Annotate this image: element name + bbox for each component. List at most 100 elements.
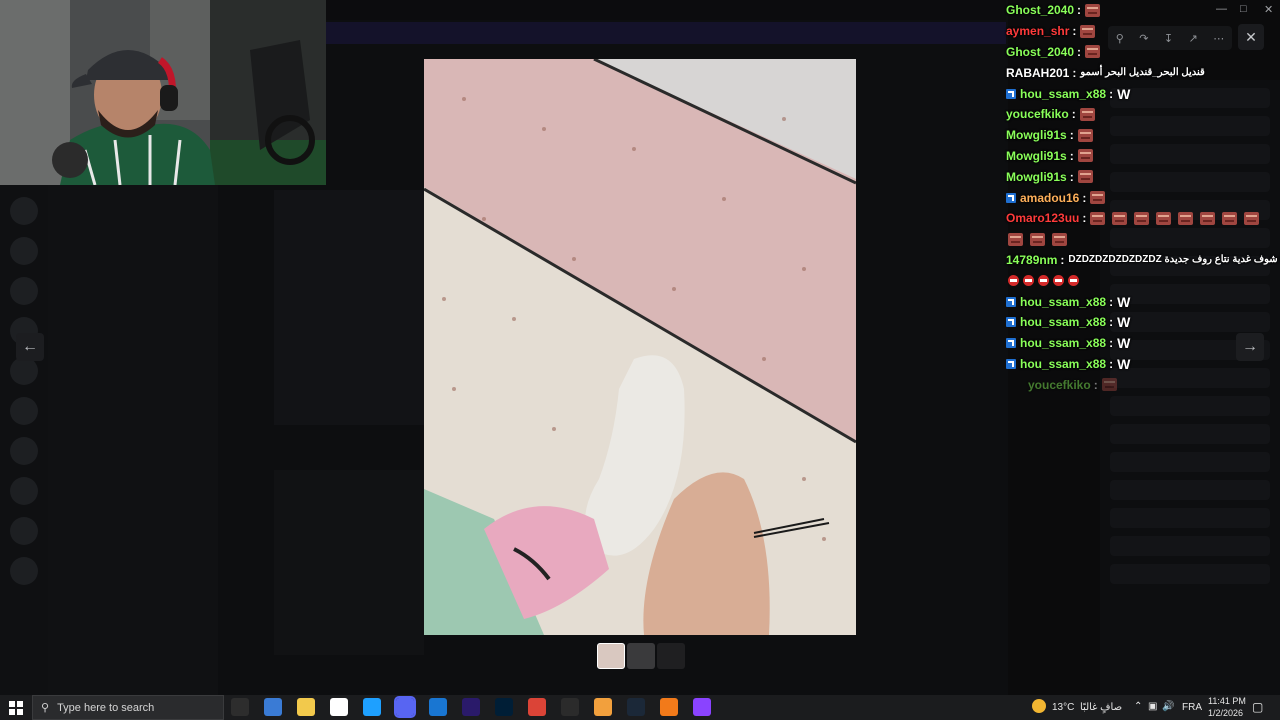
chat-message: Ghost_2040: — [1006, 0, 1280, 21]
chat-username[interactable]: hou_ssam_x88 — [1020, 295, 1106, 309]
chat-username[interactable]: Mowgli91s — [1006, 149, 1067, 163]
background-banner — [326, 22, 1006, 44]
stop-emote-icon — [1038, 275, 1049, 287]
screen: ← → ⚲ ↷ ↧ ↗ ⋯ ✕ — □ ✕ Ghost_2040: aymen_s… — [0, 0, 1280, 720]
brick-emote-icon — [1112, 211, 1128, 225]
subscriber-badge-icon — [1006, 296, 1016, 307]
chat-message: aymen_shr: — [1006, 21, 1280, 42]
chevron-up-icon[interactable]: ⌃ — [1134, 701, 1142, 712]
brick-emote-icon — [1244, 211, 1260, 225]
brick-emote-icon — [1200, 211, 1216, 225]
chat-message-continuation — [1006, 270, 1280, 291]
chat-username[interactable]: Ghost_2040 — [1006, 3, 1074, 17]
w-emote: W — [1117, 335, 1131, 352]
microsoft-store-icon[interactable] — [264, 698, 282, 716]
edge-icon[interactable] — [363, 698, 381, 716]
chat-username[interactable]: hou_ssam_x88 — [1020, 315, 1106, 329]
chat-username[interactable]: hou_ssam_x88 — [1020, 87, 1106, 101]
chat-username[interactable]: Ghost_2040 — [1006, 45, 1074, 59]
chat-message: youcefkiko: — [1006, 374, 1280, 395]
chat-username[interactable]: hou_ssam_x88 — [1020, 336, 1106, 350]
chat-message: Mowgli91s: — [1006, 146, 1280, 167]
thumbnail[interactable] — [627, 643, 655, 669]
weather-temp[interactable]: 13°C — [1052, 702, 1074, 713]
background-image — [274, 190, 424, 425]
chat-message: Ghost_2040: — [1006, 42, 1280, 63]
w-emote: W — [1117, 85, 1131, 102]
chat-username[interactable]: hou_ssam_x88 — [1020, 357, 1106, 371]
subscriber-badge-icon — [1006, 338, 1016, 349]
windows-icon — [9, 700, 23, 715]
twitch-icon[interactable] — [693, 698, 711, 716]
stop-emote-icon — [1053, 275, 1064, 287]
subscriber-badge-icon — [1006, 358, 1016, 369]
steam-icon[interactable] — [627, 698, 645, 716]
chat-message-continuation — [1006, 229, 1280, 250]
language-indicator[interactable]: FRA — [1182, 702, 1202, 713]
chat-message: Mowgli91s: — [1006, 166, 1280, 187]
clock-date[interactable]: 1/2/2026 — [1208, 708, 1243, 718]
prev-image-button[interactable]: ← — [16, 333, 44, 361]
chat-message: hou_ssam_x88: W — [1006, 83, 1280, 104]
chat-username[interactable]: RABAH201 — [1006, 66, 1069, 80]
network-icon[interactable]: ▣ — [1148, 701, 1157, 712]
chat-username[interactable]: youcefkiko — [1006, 107, 1069, 121]
chat-username[interactable]: Mowgli91s — [1006, 128, 1067, 142]
chat-username[interactable]: 14789nm — [1006, 253, 1057, 267]
brick-emote-icon — [1178, 211, 1194, 225]
weather-desc: صافٍ غالبًا — [1080, 702, 1123, 713]
chat-text: قنديل البحر_قنديل البحر أسمو — [1080, 67, 1205, 79]
chat-message: hou_ssam_x88: W — [1006, 354, 1280, 375]
chat-username[interactable]: youcefkiko — [1028, 378, 1091, 392]
task-view-icon[interactable] — [231, 698, 249, 716]
brick-emote-icon — [1101, 378, 1117, 392]
chat-username[interactable]: Mowgli91s — [1006, 170, 1067, 184]
brick-emote-icon — [1077, 128, 1093, 142]
brick-emote-icon — [1052, 232, 1067, 246]
thumbnail[interactable] — [657, 643, 685, 669]
thumbnail[interactable] — [597, 643, 625, 669]
notifications-icon[interactable]: ▢ — [1252, 700, 1263, 714]
background-server-list — [0, 185, 48, 695]
stop-emote-icon — [1023, 275, 1034, 287]
app-icon[interactable] — [594, 698, 612, 716]
taskbar-search[interactable]: ⚲ — [32, 695, 224, 720]
brick-emote-icon — [1090, 191, 1106, 205]
chat-username[interactable]: amadou16 — [1020, 191, 1079, 205]
stream-chat-overlay: Ghost_2040: aymen_shr: Ghost_2040: RABAH201… — [1006, 0, 1280, 395]
weather-icon — [1032, 699, 1046, 713]
brick-emote-icon — [1030, 232, 1045, 246]
brick-emote-icon — [1156, 211, 1172, 225]
obs-icon[interactable] — [561, 698, 579, 716]
search-input[interactable] — [57, 701, 208, 714]
brick-emote-icon — [1090, 211, 1106, 225]
clock-time[interactable]: 11:41 PM — [1208, 696, 1246, 706]
chat-message: youcefkiko: — [1006, 104, 1280, 125]
photoshop-icon[interactable] — [495, 698, 513, 716]
stop-emote-icon — [1008, 275, 1019, 287]
thumbnail-strip — [597, 643, 685, 669]
discord-icon[interactable] — [394, 696, 416, 718]
chat-message: Omaro123uu: — [1006, 208, 1280, 229]
file-explorer-icon[interactable] — [297, 698, 315, 716]
chrome-icon[interactable] — [528, 698, 546, 716]
chat-username[interactable]: aymen_shr — [1006, 24, 1069, 38]
viewer-image[interactable] — [424, 59, 856, 635]
brick-emote-icon — [1079, 107, 1095, 121]
subscriber-badge-icon — [1006, 317, 1016, 328]
brick-emote-icon — [1085, 3, 1101, 17]
brick-emote-icon — [1077, 149, 1093, 163]
webcam-overlay — [0, 0, 326, 185]
search-icon: ⚲ — [41, 702, 50, 714]
subscriber-badge-icon — [1006, 192, 1016, 203]
start-button[interactable] — [0, 695, 32, 720]
outlook-icon[interactable] — [429, 698, 447, 716]
stop-emote-icon — [1068, 275, 1079, 287]
volume-icon[interactable]: 🔊 — [1162, 701, 1174, 712]
premiere-icon[interactable] — [462, 698, 480, 716]
chat-username[interactable]: Omaro123uu — [1006, 211, 1079, 225]
background-topbar — [326, 0, 1006, 20]
chat-message: amadou16: — [1006, 187, 1280, 208]
vlc-icon[interactable] — [660, 698, 678, 716]
notepad-icon[interactable] — [330, 698, 348, 716]
